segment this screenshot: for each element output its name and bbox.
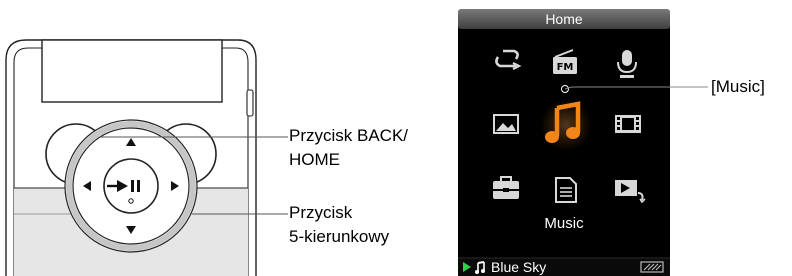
five-way-label-line1: Przycisk xyxy=(289,203,353,222)
back-home-label-line1: Przycisk BACK/ xyxy=(289,126,409,145)
five-way-label-line2: 5-kierunkowy xyxy=(289,227,390,246)
video-icon[interactable] xyxy=(615,115,641,133)
svg-text:FM: FM xyxy=(557,62,574,73)
home-screen: FM xyxy=(458,9,670,276)
status-bar xyxy=(458,258,670,276)
music-callout-label: [Music] xyxy=(711,77,765,96)
diagram: FM Home Music Blue Sky Przycisk BACK/ HO… xyxy=(0,0,792,276)
now-playing-title: Blue Sky xyxy=(491,259,547,275)
back-home-label-line2: HOME xyxy=(289,150,340,169)
five-way-label: Przycisk 5-kierunkowy xyxy=(289,201,389,249)
pause-icon xyxy=(131,180,134,192)
music-note-icon[interactable] xyxy=(540,99,592,151)
selected-item-label: Music xyxy=(544,215,584,232)
player-screen-outline xyxy=(41,39,223,103)
back-home-label: Przycisk BACK/ HOME xyxy=(289,124,408,172)
screen-title: Home xyxy=(545,11,583,27)
